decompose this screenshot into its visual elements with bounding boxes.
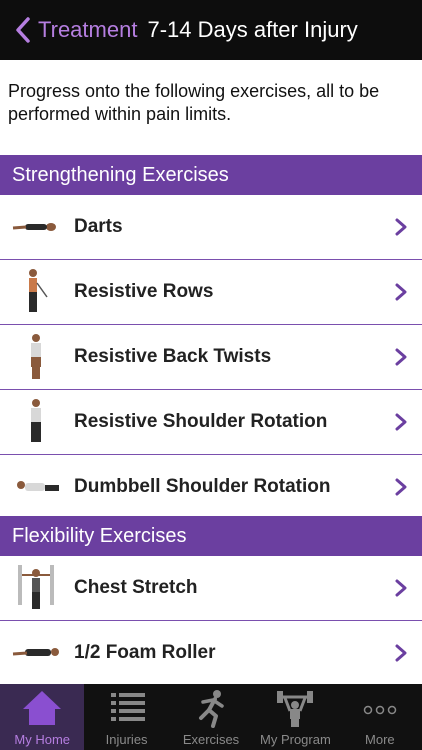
exercise-thumbnail (6, 558, 66, 618)
exercise-label: Resistive Back Twists (74, 346, 272, 367)
house-icon (23, 691, 62, 725)
tab-more[interactable]: More (338, 684, 422, 750)
list-icon (110, 693, 145, 721)
tab-my-program[interactable]: My Program (253, 684, 337, 750)
exercise-label: Chest Stretch (74, 577, 198, 598)
section-header-strengthening: Strengthening Exercises (0, 155, 422, 195)
exercise-label: 1/2 Foam Roller (74, 642, 216, 663)
exercise-row-resistive-shoulder-rotation[interactable]: Resistive Shoulder Rotation (0, 390, 422, 455)
navigation-bar: Treatment 7-14 Days after Injury (0, 0, 422, 60)
exercise-row-darts[interactable]: Darts (0, 195, 422, 260)
runner-icon (199, 690, 224, 728)
tab-exercises[interactable]: Exercises (169, 684, 253, 750)
exercise-label: Resistive Shoulder Rotation (74, 411, 328, 432)
tab-label: Injuries (105, 732, 148, 747)
tab-my-home[interactable]: My Home (0, 684, 85, 750)
exercise-row-dumbbell-shoulder-rotation[interactable]: Dumbbell Shoulder Rotation (0, 455, 422, 520)
more-dots-icon (363, 705, 397, 715)
back-button-label: Treatment (38, 17, 138, 42)
chevron-right-icon (395, 218, 407, 236)
tab-injuries[interactable]: Injuries (84, 684, 168, 750)
exercise-row-chest-stretch[interactable]: Chest Stretch (0, 556, 422, 621)
chevron-right-icon (395, 348, 407, 366)
back-button[interactable]: Treatment (0, 0, 137, 60)
tab-label: My Home (14, 732, 71, 747)
exercise-thumbnail (6, 262, 66, 322)
chevron-right-icon (395, 283, 407, 301)
tab-label: Exercises (182, 732, 240, 747)
tab-label: My Program (260, 732, 331, 747)
chevron-right-icon (395, 478, 407, 496)
page-title: 7-14 Days after Injury (147, 17, 358, 42)
exercise-row-resistive-back-twists[interactable]: Resistive Back Twists (0, 325, 422, 390)
exercise-label: Darts (74, 216, 123, 237)
intro-text: Progress onto the following exercises, a… (8, 81, 380, 124)
section-header-flexibility: Flexibility Exercises (0, 516, 422, 556)
exercise-thumbnail (6, 197, 66, 257)
tab-label: More (365, 732, 395, 747)
weightlifter-icon (277, 691, 314, 727)
exercise-row-resistive-rows[interactable]: Resistive Rows (0, 260, 422, 325)
exercise-label: Dumbbell Shoulder Rotation (74, 476, 331, 497)
chevron-left-icon (16, 17, 30, 43)
exercise-row-foam-roller[interactable]: 1/2 Foam Roller (0, 621, 422, 686)
exercise-label: Resistive Rows (74, 281, 214, 302)
exercise-thumbnail (6, 623, 66, 683)
chevron-right-icon (395, 579, 407, 597)
exercise-thumbnail (6, 457, 66, 517)
tab-bar: My Home Injuries Exercises My Program Mo… (0, 684, 422, 750)
exercise-thumbnail (6, 327, 66, 387)
chevron-right-icon (395, 644, 407, 662)
chevron-right-icon (395, 413, 407, 431)
exercise-thumbnail (6, 392, 66, 452)
